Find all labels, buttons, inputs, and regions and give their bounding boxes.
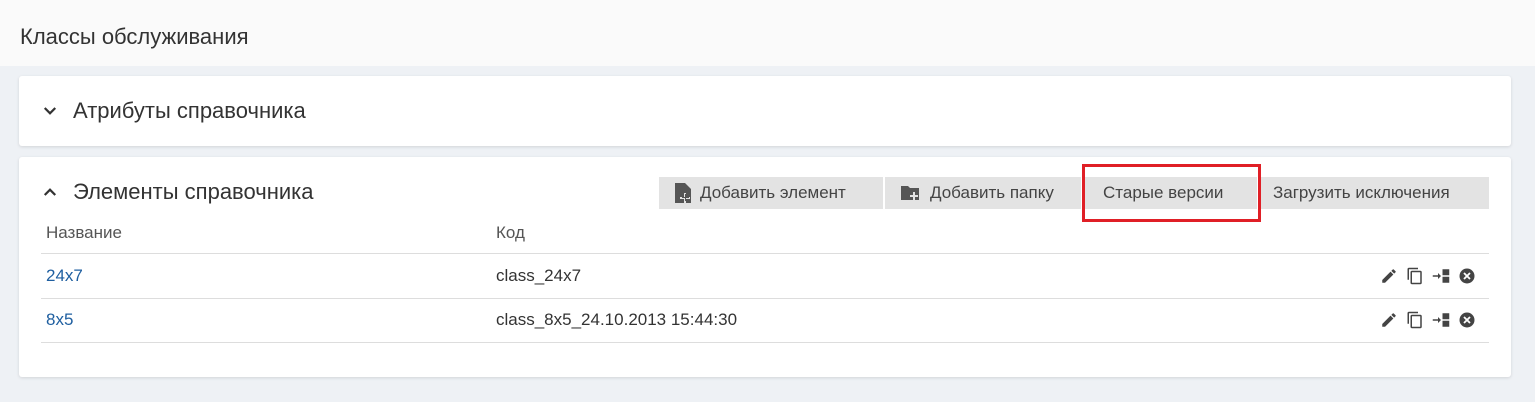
old-versions-button[interactable]: Старые версии — [1083, 177, 1259, 209]
add-folder-button[interactable]: Добавить папку — [885, 177, 1083, 209]
column-header-code: Код — [496, 223, 525, 242]
elements-toolbar: Добавить элемент Добавить папку Старые в… — [659, 177, 1489, 209]
row-name-link[interactable]: 24x7 — [46, 266, 83, 286]
old-versions-label: Старые версии — [1103, 183, 1224, 202]
row-name-link[interactable]: 8x5 — [46, 310, 73, 330]
elements-panel: Элементы справочника Добавить элемент До… — [19, 157, 1511, 377]
copy-icon[interactable] — [1405, 266, 1425, 286]
add-element-label: Добавить элемент — [700, 183, 846, 202]
edit-icon[interactable] — [1379, 266, 1399, 286]
row-actions — [1379, 266, 1477, 286]
chevron-down-icon — [43, 107, 57, 115]
table-header: Название Код — [41, 221, 1489, 254]
add-element-button[interactable]: Добавить элемент — [659, 177, 885, 209]
move-icon[interactable] — [1431, 310, 1451, 330]
attributes-panel: Атрибуты справочника — [19, 76, 1511, 146]
column-header-name: Название — [46, 223, 122, 242]
attributes-panel-title: Атрибуты справочника — [73, 98, 306, 123]
row-code: class_8x5_24.10.2013 15:44:30 — [496, 310, 738, 329]
page-title: Классы обслуживания — [20, 24, 249, 49]
attributes-panel-toggle[interactable]: Атрибуты справочника — [41, 98, 306, 124]
load-exceptions-button[interactable]: Загрузить исключения — [1259, 177, 1489, 209]
delete-icon[interactable] — [1457, 266, 1477, 286]
table-row: 8x5 class_8x5_24.10.2013 15:44:30 — [41, 298, 1489, 343]
copy-icon[interactable] — [1405, 310, 1425, 330]
row-code: class_24x7 — [496, 266, 582, 285]
elements-panel-title: Элементы справочника — [73, 179, 314, 204]
row-actions — [1379, 310, 1477, 330]
elements-panel-toggle[interactable]: Элементы справочника — [41, 179, 314, 205]
delete-icon[interactable] — [1457, 310, 1477, 330]
add-folder-label: Добавить папку — [930, 183, 1054, 202]
add-document-icon — [675, 183, 691, 203]
load-exceptions-label: Загрузить исключения — [1273, 183, 1450, 202]
add-folder-icon — [901, 186, 919, 200]
move-icon[interactable] — [1431, 266, 1451, 286]
edit-icon[interactable] — [1379, 310, 1399, 330]
table-row: 24x7 class_24x7 — [41, 254, 1489, 299]
page-header: Классы обслуживания — [0, 0, 1535, 66]
chevron-up-icon — [43, 188, 57, 196]
